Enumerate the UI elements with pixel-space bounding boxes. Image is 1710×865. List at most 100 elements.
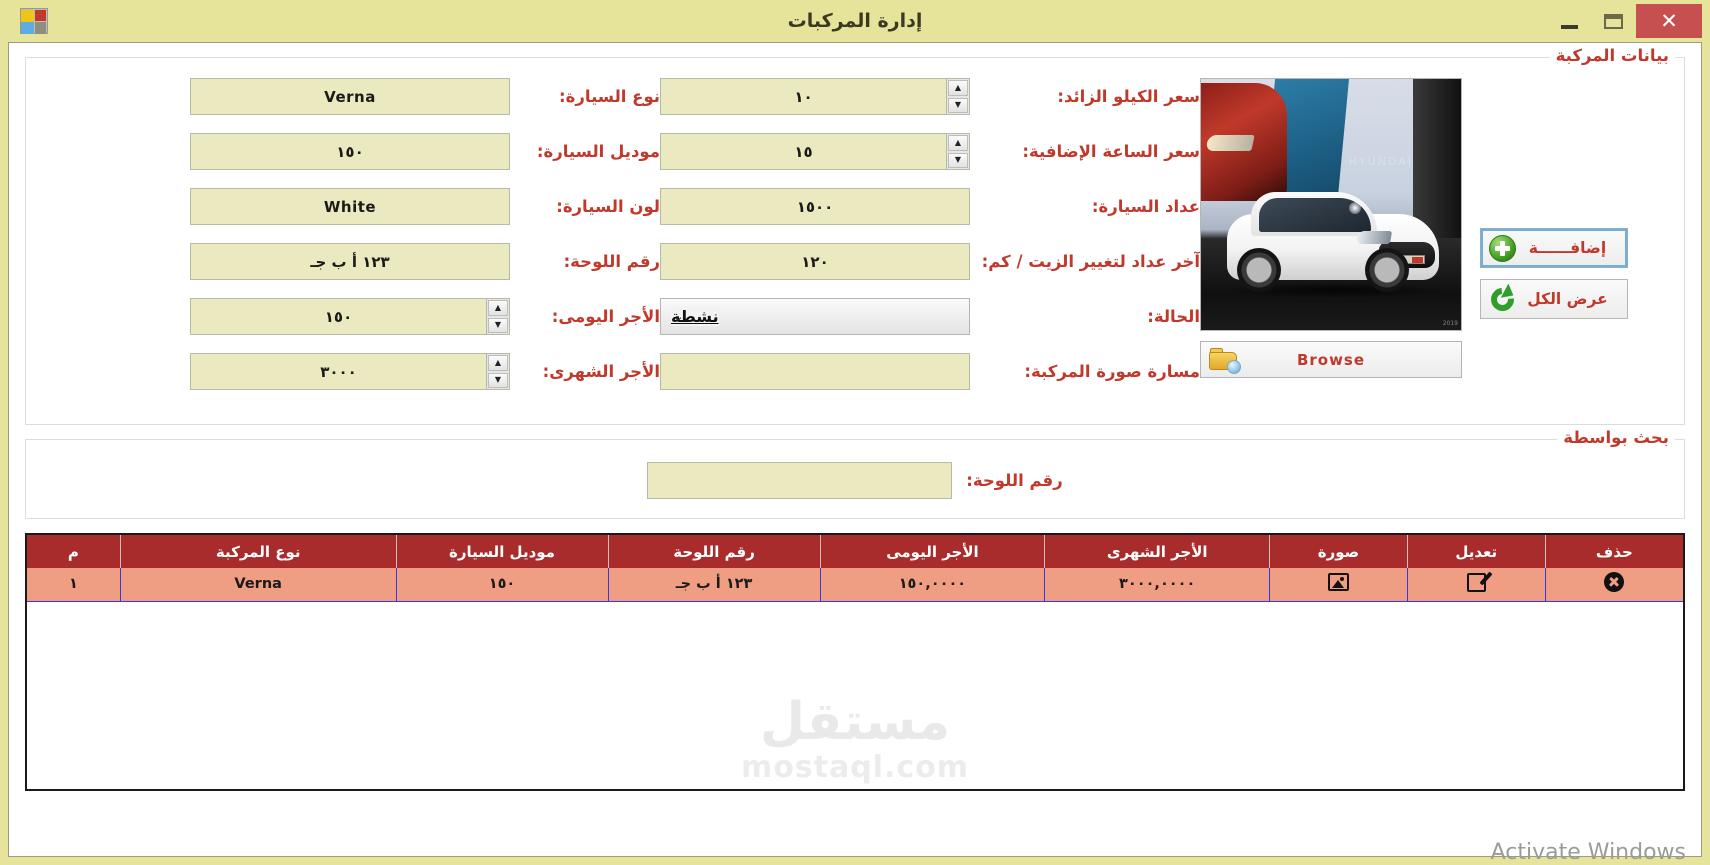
- row-daily-rate: ١٥٠,٠٠٠٠: [819, 568, 1045, 602]
- field-odometer: عداد السيارة: ١٥٠٠: [660, 188, 1200, 225]
- table-row[interactable]: ٣٠٠٠,٠٠٠٠ ١٥٠,٠٠٠٠ ١٢٣ أ ب جـ ١٥٠ Verna …: [27, 568, 1683, 602]
- extra-km-price-spinner[interactable]: ١٠ ▲ ▼: [660, 78, 970, 115]
- extra-km-price-value: ١٠: [660, 78, 946, 115]
- spin-down-icon[interactable]: ▼: [948, 97, 968, 113]
- spin-up-icon[interactable]: ▲: [948, 80, 968, 96]
- daily-rate-spinner[interactable]: ١٥٠ ▲ ▼: [190, 298, 510, 335]
- app-logo-icon: [20, 8, 48, 34]
- extra-hour-price-spinner[interactable]: ١٥ ▲ ▼: [660, 133, 970, 170]
- vehicles-table[interactable]: حذف تعديل صورة الأجر الشهرى الأجر اليومى…: [25, 533, 1685, 791]
- edit-icon[interactable]: [1466, 572, 1486, 592]
- monthly-rate-spin-buttons[interactable]: ▲ ▼: [486, 353, 510, 390]
- folder-search-icon: [1209, 347, 1241, 374]
- field-last-oil-change: آخر عداد لتغيير الزيت / كم: ١٢٠: [660, 243, 1200, 280]
- column-header-model[interactable]: موديل السيارة: [395, 535, 609, 568]
- minimize-icon: [1560, 25, 1578, 29]
- field-status: الحالة: نشطة ⌄: [660, 298, 1200, 335]
- plus-circle-icon: [1489, 234, 1516, 262]
- spin-down-icon[interactable]: ▼: [488, 317, 508, 333]
- extra-km-price-label: سعر الكيلو الزائد:: [1057, 87, 1200, 106]
- maximize-button[interactable]: [1590, 4, 1636, 38]
- car-type-input[interactable]: Verna: [190, 78, 510, 115]
- spin-down-icon[interactable]: ▼: [488, 372, 508, 388]
- status-dropdown[interactable]: نشطة ⌄: [660, 298, 970, 335]
- vehicle-mid-column: سعر الكيلو الزائد: ١٠ ▲ ▼ سعر الساعة الإ…: [660, 76, 1200, 408]
- column-header-daily[interactable]: الأجر اليومى: [819, 535, 1045, 568]
- window-title: إدارة المركبات: [787, 10, 923, 32]
- spin-up-icon[interactable]: ▲: [948, 135, 968, 151]
- column-header-image[interactable]: صورة: [1269, 535, 1408, 568]
- car-color-label: لون السيارة:: [556, 197, 660, 216]
- column-header-monthly[interactable]: الأجر الشهرى: [1044, 535, 1270, 568]
- add-button-label: إضافــــــة: [1528, 239, 1607, 257]
- chevron-down-icon[interactable]: ⌄: [673, 309, 684, 324]
- refresh-icon: [1486, 282, 1519, 316]
- odometer-label: عداد السيارة:: [1091, 197, 1200, 216]
- add-button[interactable]: إضافــــــة: [1480, 228, 1628, 268]
- column-header-edit[interactable]: تعديل: [1406, 535, 1546, 568]
- vehicle-management-window: ✕ إدارة المركبات بيانات المركبة HYUNDAI …: [0, 0, 1710, 865]
- monthly-rate-label: الأجر الشهرى:: [542, 362, 660, 381]
- car-model-input[interactable]: ١٥٠: [190, 133, 510, 170]
- show-all-button-label: عرض الكل: [1527, 290, 1608, 308]
- window-controls: ✕: [1548, 0, 1702, 42]
- field-extra-hour-price: سعر الساعة الإضافية: ١٥ ▲ ▼: [660, 133, 1200, 170]
- column-header-plate[interactable]: رقم اللوحة: [607, 535, 821, 568]
- daily-rate-label: الأجر اليومى:: [551, 307, 660, 326]
- photo-backdrop-logo: HYUNDAI: [1348, 155, 1413, 168]
- row-delete-cell[interactable]: [1544, 568, 1683, 602]
- minimize-button[interactable]: [1548, 4, 1590, 38]
- photo-icon[interactable]: [1327, 573, 1349, 592]
- odometer-input[interactable]: ١٥٠٠: [660, 188, 970, 225]
- vehicle-right-column: نوع السيارة: Verna موديل السيارة: ١٥٠ لو…: [190, 76, 660, 408]
- watermark: مستقل mostaql.com: [27, 696, 1683, 785]
- field-monthly-rate: الأجر الشهرى: ٣٠٠٠ ▲ ▼: [190, 353, 660, 390]
- daily-rate-value: ١٥٠: [190, 298, 486, 335]
- vehicle-photo[interactable]: HYUNDAI 2019: [1200, 78, 1462, 331]
- row-model: ١٥٠: [395, 568, 609, 602]
- table-header-row: حذف تعديل صورة الأجر الشهرى الأجر اليومى…: [27, 535, 1683, 568]
- browse-button[interactable]: Browse: [1200, 341, 1462, 378]
- vehicle-data-group-title: بيانات المركبة: [1549, 46, 1675, 65]
- monthly-rate-spinner[interactable]: ٣٠٠٠ ▲ ▼: [190, 353, 510, 390]
- row-plate: ١٢٣ أ ب جـ: [607, 568, 821, 602]
- extra-km-price-spin-buttons[interactable]: ▲ ▼: [946, 78, 970, 115]
- plate-number-input[interactable]: ١٢٣ أ ب جـ: [190, 243, 510, 280]
- client-area: بيانات المركبة HYUNDAI 2019 Browse إضافـ…: [8, 42, 1702, 857]
- extra-hour-price-spin-buttons[interactable]: ▲ ▼: [946, 133, 970, 170]
- search-plate-input[interactable]: [647, 461, 953, 499]
- car-color-input[interactable]: White: [190, 188, 510, 225]
- spin-down-icon[interactable]: ▼: [948, 152, 968, 168]
- column-header-type[interactable]: نوع المركبة: [119, 535, 396, 568]
- delete-icon[interactable]: [1604, 572, 1625, 593]
- close-button[interactable]: ✕: [1636, 4, 1702, 38]
- image-path-label: مسارة صورة المركبة:: [1024, 362, 1200, 381]
- image-path-input[interactable]: [660, 353, 970, 390]
- plate-number-label: رقم اللوحة:: [563, 252, 660, 271]
- field-car-model: موديل السيارة: ١٥٠: [190, 133, 660, 170]
- column-header-number[interactable]: م: [27, 535, 121, 568]
- row-edit-cell[interactable]: [1406, 568, 1546, 602]
- daily-rate-spin-buttons[interactable]: ▲ ▼: [486, 298, 510, 335]
- row-number: ١: [27, 568, 121, 602]
- row-type: Verna: [119, 568, 396, 602]
- car-illustration: [1221, 176, 1447, 298]
- car-model-label: موديل السيارة:: [536, 142, 660, 161]
- monthly-rate-value: ٣٠٠٠: [190, 353, 486, 390]
- search-plate-label: رقم اللوحة:: [966, 470, 1063, 490]
- search-group-title: بحث بواسطة: [1557, 428, 1675, 447]
- spin-up-icon[interactable]: ▲: [488, 355, 508, 371]
- extra-hour-price-value: ١٥: [660, 133, 946, 170]
- spin-up-icon[interactable]: ▲: [488, 300, 508, 316]
- status-label: الحالة:: [1147, 307, 1200, 326]
- watermark-arabic: مستقل: [759, 692, 951, 752]
- field-extra-km-price: سعر الكيلو الزائد: ١٠ ▲ ▼: [660, 78, 1200, 115]
- field-image-path: مسارة صورة المركبة:: [660, 353, 1200, 390]
- action-buttons: إضافــــــة عرض الكل: [1480, 78, 1628, 319]
- row-image-cell[interactable]: [1269, 568, 1408, 602]
- title-bar: ✕ إدارة المركبات: [8, 0, 1702, 42]
- show-all-button[interactable]: عرض الكل: [1480, 279, 1628, 319]
- last-oil-change-input[interactable]: ١٢٠: [660, 243, 970, 280]
- maximize-icon: [1603, 13, 1623, 29]
- column-header-delete[interactable]: حذف: [1544, 535, 1683, 568]
